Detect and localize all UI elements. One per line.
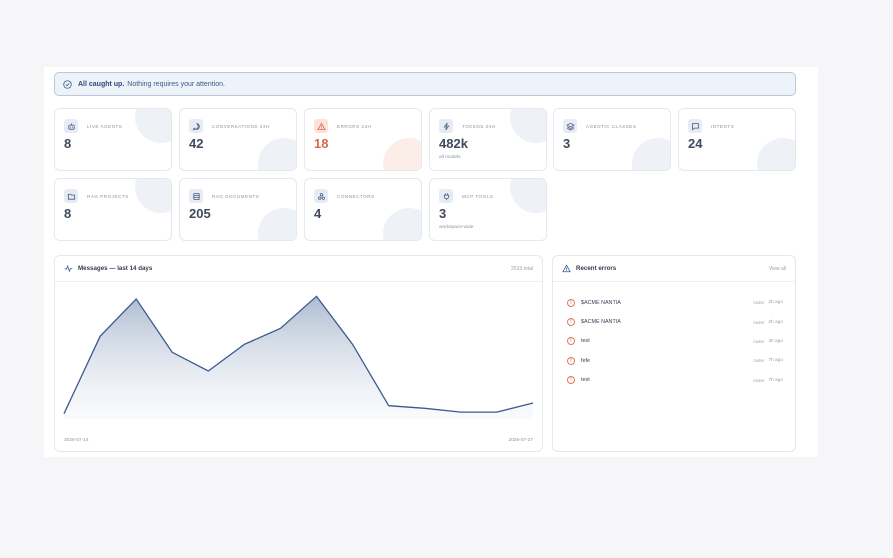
error-icon: !: [567, 298, 575, 307]
error-source: router: [753, 319, 765, 325]
stat-sub: all models: [439, 155, 461, 160]
banner-text: Nothing requires your attention.: [127, 80, 225, 88]
chart-end-date: 2026-07-27: [508, 438, 533, 443]
chart-start-date: 2026-07-14: [64, 438, 89, 443]
stat-label: Connectors: [337, 194, 375, 199]
error-item[interactable]: ! test router 7h ago: [567, 371, 783, 390]
warning-triangle-icon: [314, 119, 328, 133]
recent-errors-header: Recent errors View all: [553, 256, 795, 282]
stat-label: MCP tools: [462, 194, 494, 199]
messages-title: Messages — last 14 days: [78, 265, 153, 272]
error-source: router: [753, 338, 765, 344]
stat-value: 4: [314, 206, 322, 221]
error-icon: !: [567, 318, 575, 327]
stat-label: Tokens 24h: [462, 124, 496, 129]
chat-bubble-icon: [189, 119, 203, 133]
message-square-icon: [688, 119, 702, 133]
stat-card-tokens[interactable]: Tokens 24h 482k all models: [429, 108, 547, 171]
error-time: 2h ago: [768, 319, 783, 325]
banner-strong: All caught up.: [78, 80, 125, 88]
stat-value: 8: [64, 136, 72, 151]
error-item[interactable]: ! test router 3h ago: [567, 332, 783, 351]
activity-icon: [64, 264, 73, 273]
messages-panel-header: Messages — last 14 days 2533 total: [55, 256, 542, 282]
stat-value: 24: [688, 136, 703, 151]
error-name: test: [581, 338, 590, 345]
error-source: router: [753, 377, 765, 383]
network-icon: [314, 189, 328, 203]
view-all-link[interactable]: View all: [769, 266, 786, 272]
plug-icon: [439, 189, 453, 203]
errors-list: ! $ACME NANTIA router 2h ago ! $ACME NAN…: [567, 293, 783, 390]
stat-sub: workspace-wide: [439, 225, 474, 230]
stat-value: 482k: [439, 136, 468, 151]
stat-label: Agentic classes: [586, 124, 637, 129]
stat-label: RAG documents: [212, 194, 260, 199]
error-name: fefe: [581, 357, 590, 364]
recent-errors-title: Recent errors: [576, 265, 617, 272]
error-source: router: [753, 358, 765, 364]
chart-area-fill: [64, 296, 533, 419]
stat-card-conversations[interactable]: Conversations 24h 42: [179, 108, 297, 171]
stat-card-live-agents[interactable]: Live agents 8: [54, 108, 172, 171]
error-item[interactable]: ! $ACME NANTIA router 2h ago: [567, 293, 783, 312]
stat-card-intents[interactable]: Intents 24: [678, 108, 796, 171]
error-name: $ACME NANTIA: [581, 299, 621, 306]
error-time: 7h ago: [768, 358, 783, 364]
error-item[interactable]: ! $ACME NANTIA router 2h ago: [567, 312, 783, 331]
stat-card-connectors[interactable]: Connectors 4: [304, 178, 422, 241]
stat-value: 18: [314, 136, 329, 151]
bolt-icon: [439, 119, 453, 133]
error-time: 7h ago: [768, 377, 783, 383]
stat-label: Live agents: [87, 124, 123, 129]
stat-card-errors[interactable]: Errors 24h 18: [304, 108, 422, 171]
status-banner: All caught up. Nothing requires your att…: [54, 72, 796, 96]
folder-icon: [64, 189, 78, 203]
stat-value: 205: [189, 206, 211, 221]
stat-label: Conversations 24h: [212, 124, 270, 129]
stat-card-mcp-tools[interactable]: MCP tools 3 workspace-wide: [429, 178, 547, 241]
robot-icon: [64, 119, 78, 133]
error-time: 3h ago: [768, 338, 783, 344]
error-time: 2h ago: [768, 300, 783, 306]
error-name: test: [581, 377, 590, 384]
stat-value: 3: [563, 136, 571, 151]
stat-card-agentic-classes[interactable]: Agentic classes 3: [553, 108, 671, 171]
messages-panel: Messages — last 14 days 2533 total 2026-…: [54, 255, 543, 452]
error-icon: !: [567, 337, 575, 346]
layers-icon: [563, 119, 577, 133]
stat-label: Intents: [711, 124, 735, 129]
error-icon: !: [567, 356, 575, 365]
error-source: router: [753, 300, 765, 306]
messages-total: 2533 total: [511, 265, 533, 272]
stat-label: RAG projects: [87, 194, 129, 199]
warning-triangle-icon: [562, 264, 571, 273]
stat-value: 42: [189, 136, 204, 151]
error-name: $ACME NANTIA: [581, 319, 621, 326]
dashboard: All caught up. Nothing requires your att…: [44, 67, 818, 457]
messages-area-chart: [63, 295, 534, 419]
error-item[interactable]: ! fefe router 7h ago: [567, 351, 783, 370]
stat-card-rag-projects[interactable]: RAG projects 8: [54, 178, 172, 241]
check-circle-icon: [63, 79, 72, 89]
database-icon: [189, 189, 203, 203]
stat-value: 8: [64, 206, 72, 221]
stat-value: 3: [439, 206, 447, 221]
error-icon: !: [567, 376, 575, 385]
stat-card-rag-documents[interactable]: RAG documents 205: [179, 178, 297, 241]
stat-label: Errors 24h: [337, 124, 372, 129]
recent-errors-panel: Recent errors View all ! $ACME NANTIA ro…: [552, 255, 796, 452]
